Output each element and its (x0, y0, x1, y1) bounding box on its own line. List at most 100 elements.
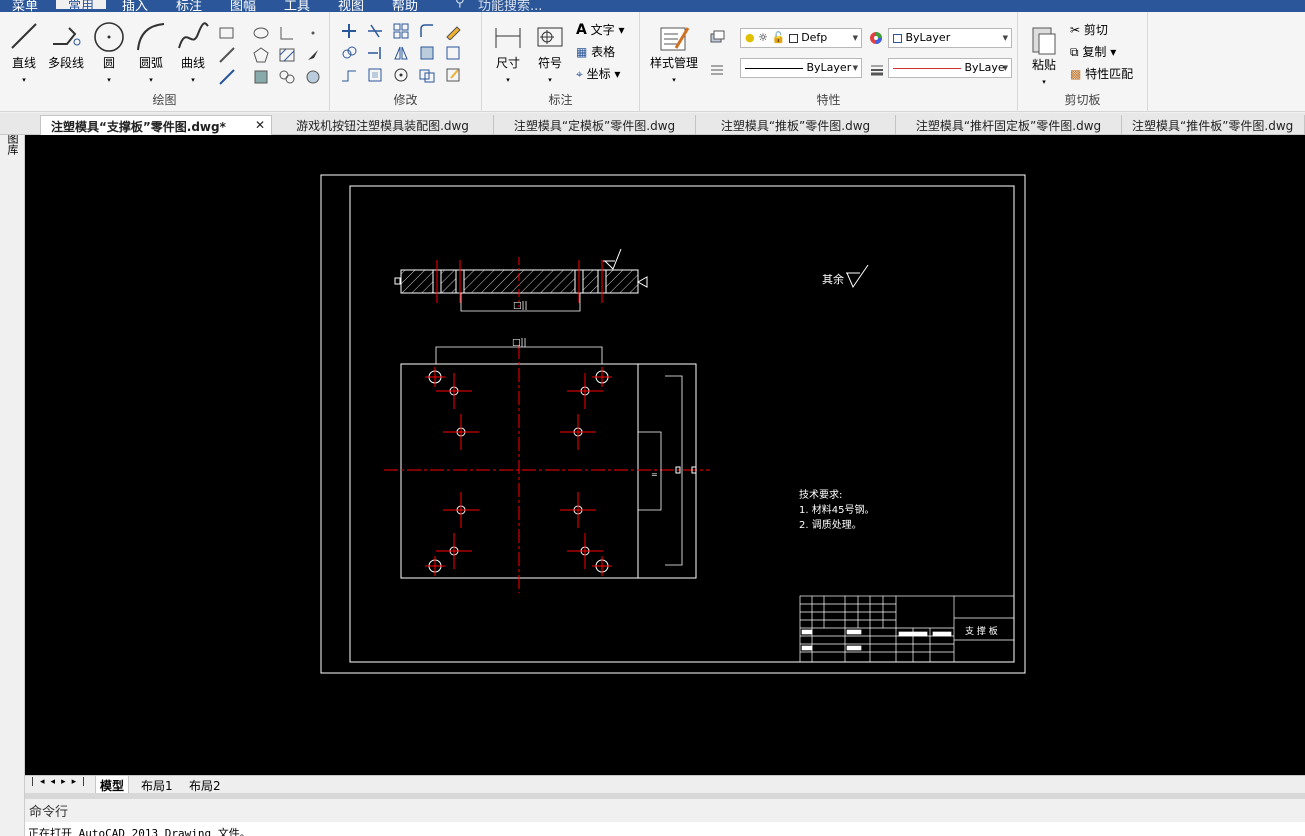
construction-line-icon[interactable] (218, 46, 236, 64)
erase-icon[interactable] (444, 22, 462, 40)
tech-requirements-title: 技术要求: (799, 488, 842, 501)
lineweight-icon[interactable] (868, 60, 886, 78)
scale-icon[interactable] (366, 66, 384, 84)
polyline-button[interactable]: 多段线 (44, 20, 88, 71)
paste-icon (1032, 27, 1056, 55)
color-wheel-icon[interactable] (868, 30, 886, 48)
point-icon[interactable] (304, 24, 322, 42)
plan-view: □|| = (384, 338, 710, 593)
layer-dropdown[interactable]: ● ☼ 🔓 Defp ▼ (740, 28, 862, 48)
linetype-dropdown[interactable]: ByLayer ▼ (740, 58, 862, 78)
rectangle-icon[interactable] (218, 24, 236, 42)
doc-tab[interactable]: 注塑模具“推件板”零件图.dwg (1122, 115, 1305, 135)
menu-item-frame[interactable]: 图幅 (230, 0, 256, 12)
text-label: 文字 (590, 23, 615, 37)
break-icon[interactable] (444, 44, 462, 62)
match-properties-button[interactable]: ▩ 特性匹配 (1070, 65, 1133, 82)
menu-item-home[interactable]: 常用 (56, 0, 107, 12)
doc-tab-active[interactable]: 注塑模具“支撑板”零件图.dwg* ✕ (40, 115, 272, 135)
menu-item-annotate[interactable]: 标注 (176, 0, 202, 12)
copy-icon: ⧉ (1070, 45, 1079, 59)
extend-icon[interactable] (366, 44, 384, 62)
doc-tab[interactable]: 注塑模具“定模板”零件图.dwg (494, 115, 696, 135)
ellipse-icon[interactable] (252, 24, 270, 42)
move-icon[interactable] (340, 22, 358, 40)
circle-label: 圆 (102, 56, 115, 70)
wipeout-icon[interactable] (304, 68, 322, 86)
annotate-panel: 尺寸 ▾ 符号 ▾ A 文字 ▾ ▦ 表格 ⌖ 坐标 ▾ 标注 (482, 12, 640, 112)
menu-item-insert[interactable]: 插入 (122, 0, 148, 12)
style-manager-label: 样式管理 (649, 56, 698, 70)
dimension-icon (495, 28, 521, 48)
cloud-icon[interactable] (278, 68, 296, 86)
modify-panel: 修改 (330, 12, 482, 112)
menu-item-menu[interactable]: 菜单 (12, 0, 38, 12)
hatch-icon[interactable] (278, 46, 296, 64)
paste-button[interactable]: 粘贴 ▾ (1026, 22, 1062, 87)
brush-icon: ▩ (1070, 67, 1082, 81)
array-icon[interactable] (392, 22, 410, 40)
layout-tabs: |◂◂▸▸| 模型 布局1 布局2 (25, 775, 1305, 796)
edit-icon[interactable] (444, 66, 462, 84)
mirror-icon[interactable] (392, 44, 410, 62)
section-view: □|| (394, 248, 648, 312)
explode-icon[interactable] (418, 44, 436, 62)
clipboard-panel: 粘贴 ▾ ✂ 剪切 ⧉ 复制 ▾ ▩ 特性匹配 剪切板 (1018, 12, 1148, 112)
line-button[interactable]: 直线 ▾ (6, 20, 42, 85)
feature-search[interactable]: 功能搜索... (478, 0, 542, 12)
table-icon: ▦ (576, 45, 588, 59)
cut-button[interactable]: ✂ 剪切 (1070, 21, 1108, 38)
region-icon[interactable] (252, 68, 270, 86)
copy-button[interactable]: ⧉ 复制 ▾ (1070, 43, 1116, 60)
style-manager-button[interactable]: 样式管理 ▾ (644, 24, 704, 85)
pointer-icon[interactable] (304, 46, 322, 64)
style-manager-icon (660, 27, 690, 51)
table-button[interactable]: ▦ 表格 (576, 43, 615, 60)
sidebar: ▤ 图库 (0, 113, 25, 836)
doc-tab[interactable]: 游戏机按钮注塑模具装配图.dwg (272, 115, 494, 135)
drawing-canvas[interactable]: □|| 其余 □|| = 技术要求: 1. 材料45号钢。 2. 调质处理。 支… (25, 135, 1305, 775)
circle-button[interactable]: 圆 ▾ (92, 20, 126, 85)
properties-panel-title: 特性 (816, 93, 841, 107)
angle-icon[interactable] (278, 24, 296, 42)
dimension-label: 尺寸 (495, 56, 520, 70)
part-name: 支 撑 板 (965, 625, 998, 637)
symbol-label: 符号 (537, 56, 562, 70)
close-icon[interactable]: ✕ (255, 118, 265, 132)
copy-object-icon[interactable] (340, 44, 358, 62)
properties-panel: 样式管理 ▾ ● ☼ 🔓 Defp ▼ ByLayer ▼ ByLayer ▼ B… (640, 12, 1018, 112)
arc-button[interactable]: 圆弧 ▾ (132, 20, 170, 85)
fillet-icon[interactable] (418, 22, 436, 40)
layout-nav-icons[interactable]: |◂◂▸▸| (27, 776, 95, 788)
svg-text:□||: □|| (512, 338, 527, 348)
lineweight-dropdown[interactable]: ByLaye ▼ (888, 58, 1012, 78)
lightbulb-icon: ● (745, 31, 755, 44)
menu-item-tools[interactable]: 工具 (284, 0, 310, 12)
doc-tab[interactable]: 注塑模具“推杆固定板”零件图.dwg (896, 115, 1122, 135)
copy-label: 复制 (1082, 45, 1107, 59)
symbol-button[interactable]: 符号 ▾ (532, 22, 568, 85)
stretch-icon[interactable] (340, 66, 358, 84)
rotate-icon[interactable] (392, 66, 410, 84)
doc-tab[interactable]: 注塑模具“推板”零件图.dwg (696, 115, 896, 135)
dimension-button[interactable]: 尺寸 ▾ (490, 22, 526, 85)
table-label: 表格 (591, 45, 616, 59)
layer-color-swatch (788, 33, 798, 43)
menu-item-help[interactable]: 帮助 (392, 0, 418, 12)
polygon-icon[interactable] (252, 46, 270, 64)
menu-item-view[interactable]: 视图 (338, 0, 364, 12)
text-button[interactable]: A 文字 ▾ (576, 21, 625, 38)
polyline-label: 多段线 (47, 56, 84, 70)
color-dropdown[interactable]: ByLayer ▼ (888, 28, 1012, 48)
coordinate-button[interactable]: ⌖ 坐标 ▾ (576, 65, 620, 82)
ray-icon[interactable] (218, 68, 236, 86)
spline-button[interactable]: 曲线 ▾ (174, 20, 212, 85)
layer-value: Defp (801, 31, 828, 44)
layer-state-icon[interactable] (708, 28, 726, 46)
command-log: 正在打开 AutoCAD 2013 Drawing 文件。 (25, 822, 1305, 836)
trim-icon[interactable] (366, 22, 384, 40)
search-icon[interactable]: ⚲ (455, 0, 465, 10)
offset-icon[interactable] (418, 66, 436, 84)
linetype-icon[interactable] (708, 60, 726, 78)
symbol-icon (537, 27, 563, 47)
